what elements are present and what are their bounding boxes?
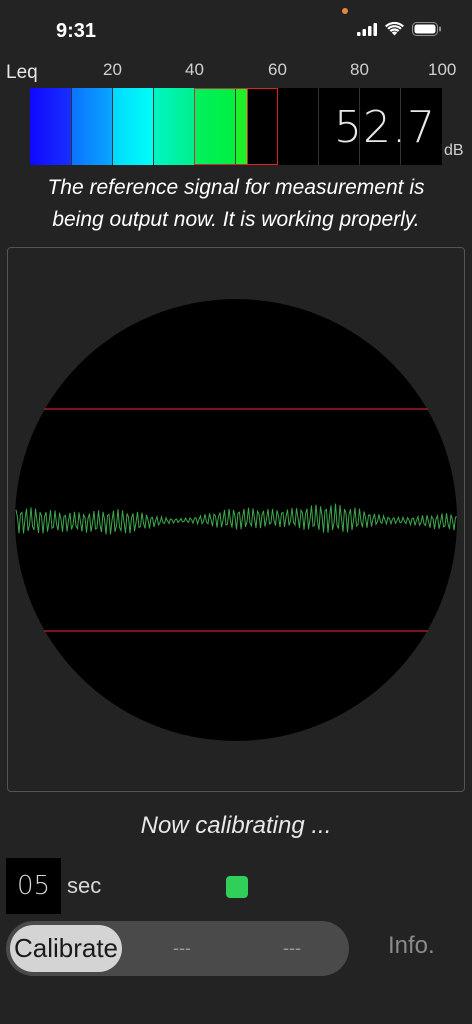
status-message-line1: The reference signal for measurement is bbox=[47, 176, 425, 199]
meter-unit: dB bbox=[444, 142, 464, 159]
info-button[interactable]: Info. bbox=[388, 932, 435, 960]
mode-slot-3-button[interactable]: --- bbox=[242, 925, 342, 972]
meter-segment bbox=[112, 88, 153, 165]
meter-value: 52.7 bbox=[334, 102, 436, 153]
meter-gridline bbox=[112, 88, 113, 165]
status-bar: 9:31 bbox=[0, 0, 472, 60]
level-meter: 52.7 bbox=[30, 88, 442, 165]
meter-segment bbox=[30, 88, 71, 165]
meter-gridline bbox=[153, 88, 154, 165]
calibration-status: Now calibrating ... bbox=[140, 812, 332, 839]
scale-tick-20: 20 bbox=[103, 60, 122, 79]
scale-tick-80: 80 bbox=[350, 60, 369, 79]
scale-tick-60: 60 bbox=[268, 60, 287, 79]
status-time: 9:31 bbox=[56, 20, 97, 42]
meter-gridline bbox=[71, 88, 72, 165]
wifi-icon bbox=[385, 22, 404, 36]
cellular-signal-icon bbox=[357, 22, 377, 36]
oscilloscope-display bbox=[15, 299, 458, 741]
seconds-counter: 05 bbox=[6, 858, 61, 914]
meter-gridline bbox=[318, 88, 319, 165]
battery-icon bbox=[412, 22, 441, 36]
oscilloscope-panel bbox=[7, 247, 465, 792]
meter-peak-marker bbox=[247, 88, 278, 165]
scale-tick-40: 40 bbox=[185, 60, 204, 79]
scope-circle bbox=[15, 299, 457, 741]
status-message-line2: being output now. It is working properly… bbox=[52, 208, 420, 231]
status-message: The reference signal for measurement is … bbox=[0, 172, 472, 236]
privacy-indicator-dot bbox=[342, 8, 348, 14]
meter-segment bbox=[153, 88, 194, 165]
mode-slot-2-button[interactable]: --- bbox=[132, 925, 232, 972]
mode-segmented-control: Calibrate --- --- bbox=[6, 921, 349, 976]
status-icons bbox=[357, 22, 442, 36]
seconds-unit: sec bbox=[67, 873, 102, 898]
scale-tick-100: 100 bbox=[428, 60, 457, 79]
calibrate-button[interactable]: Calibrate bbox=[10, 925, 122, 972]
meter-segment bbox=[71, 88, 112, 165]
leq-label: Leq bbox=[6, 62, 38, 83]
calibration-indicator bbox=[226, 876, 248, 898]
